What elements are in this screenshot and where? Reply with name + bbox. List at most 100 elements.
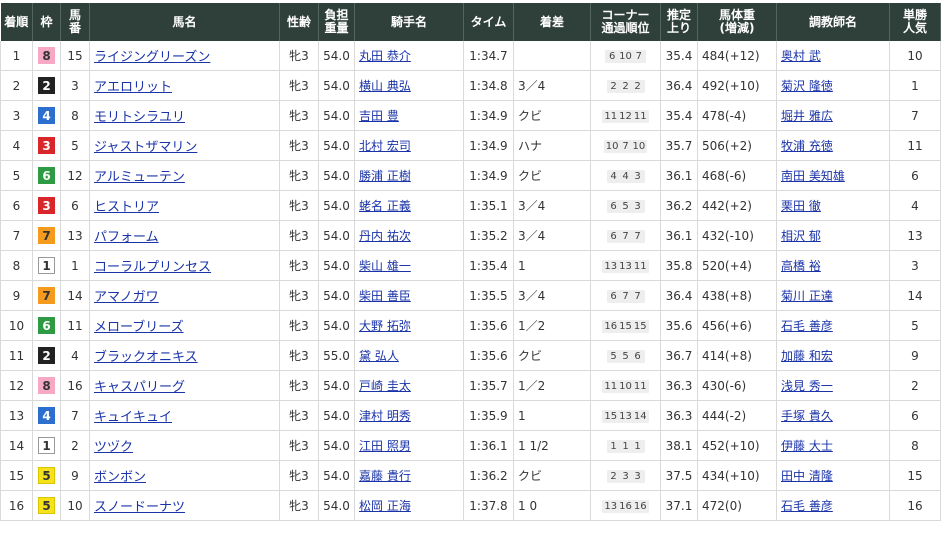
umaban-value: 2	[71, 438, 79, 453]
horse-name-link[interactable]: スノードーナツ	[94, 500, 185, 515]
jockey-link[interactable]: 嘉藤 貴行	[359, 469, 411, 483]
corner-2: 7	[622, 291, 629, 302]
body-weight-value: 434	[702, 468, 725, 483]
jockey-cell: 戸崎 圭太	[354, 370, 464, 401]
jockey-link[interactable]: 津村 明秀	[359, 409, 411, 423]
margin-value: クビ	[518, 109, 543, 123]
rank-cell: 13	[0, 400, 33, 431]
jockey-link[interactable]: 大野 拓弥	[359, 319, 411, 333]
popularity-cell: 9	[889, 340, 941, 371]
trainer-link[interactable]: 栗田 徹	[781, 199, 821, 213]
horse-cell: ツヅク	[89, 430, 280, 461]
sexage-cell: 牝3	[279, 250, 319, 281]
trainer-link[interactable]: 奥村 武	[781, 49, 821, 63]
horse-name-link[interactable]: アルミューテン	[94, 170, 185, 185]
header-body-weight: 馬体重 (増減)	[697, 3, 777, 41]
time-cell: 1:34.9	[463, 100, 514, 131]
popularity-cell: 7	[889, 100, 941, 131]
horse-name-link[interactable]: コーラルプリンセス	[94, 260, 211, 275]
trainer-link[interactable]: 堀井 雅広	[781, 109, 833, 123]
jockey-link[interactable]: 戸崎 圭太	[359, 379, 411, 393]
body-weight-diff: (-4)	[724, 108, 747, 123]
sexage-value: 牝3	[289, 499, 309, 513]
body-weight-value: 432	[702, 228, 725, 243]
waku-cell: 1	[32, 430, 61, 461]
trainer-link[interactable]: 伊藤 大士	[781, 439, 833, 453]
jockey-link[interactable]: 江田 照男	[359, 439, 411, 453]
trainer-link[interactable]: 牧浦 充徳	[781, 139, 833, 153]
popularity-value: 11	[907, 138, 923, 153]
horse-name-link[interactable]: キュイキュイ	[94, 410, 172, 425]
trainer-link[interactable]: 南田 美知雄	[781, 169, 845, 183]
jockey-link[interactable]: 丸田 恭介	[359, 49, 411, 63]
waku-badge: 8	[38, 377, 55, 394]
body-weight-cell: 506(+2)	[697, 130, 777, 161]
popularity-value: 2	[911, 378, 919, 393]
corner-1: 5	[610, 351, 617, 362]
body-weight-value: 430	[702, 378, 725, 393]
corner-3: 3	[634, 471, 641, 482]
rank-cell: 16	[0, 490, 33, 521]
horse-name-link[interactable]: ジャストザマリン	[94, 140, 197, 155]
trainer-cell: 手塚 貴久	[776, 400, 890, 431]
corner-cell: 653	[590, 190, 661, 221]
corner-1: 10	[605, 141, 619, 152]
trainer-link[interactable]: 菊川 正達	[781, 289, 833, 303]
horse-name-link[interactable]: ツヅク	[94, 440, 133, 455]
horse-name-link[interactable]: アエロリット	[94, 80, 172, 95]
trainer-link[interactable]: 相沢 郁	[781, 229, 821, 243]
time-value: 1:36.1	[469, 438, 508, 453]
corner-1: 15	[604, 411, 618, 422]
weight-value: 54.0	[323, 408, 350, 423]
horse-name-link[interactable]: メローブリーズ	[94, 320, 184, 335]
corner-cell: 222	[590, 70, 661, 101]
weight-value: 54.0	[323, 108, 350, 123]
body-weight-diff: (+10)	[724, 438, 760, 453]
jockey-link[interactable]: 勝浦 正樹	[359, 169, 411, 183]
popularity-cell: 1	[889, 70, 941, 101]
horse-name-link[interactable]: キャスパリーグ	[94, 380, 185, 395]
header-horse: 馬名	[89, 3, 280, 41]
jockey-link[interactable]: 柴山 雄一	[359, 259, 411, 273]
rank-cell: 5	[0, 160, 33, 191]
jockey-cell: 江田 照男	[354, 430, 464, 461]
trainer-link[interactable]: 石毛 善彦	[781, 499, 833, 513]
sexage-value: 牝3	[289, 79, 309, 93]
jockey-link[interactable]: 丹内 祐次	[359, 229, 411, 243]
jockey-link[interactable]: 横山 典弘	[359, 79, 411, 93]
jockey-link[interactable]: 北村 宏司	[359, 139, 411, 153]
sexage-value: 牝3	[289, 289, 309, 303]
trainer-link[interactable]: 浅見 秀一	[781, 379, 833, 393]
trainer-link[interactable]: 加藤 和宏	[781, 349, 833, 363]
waku-cell: 7	[32, 280, 61, 311]
trainer-link[interactable]: 石毛 善彦	[781, 319, 833, 333]
jockey-link[interactable]: 松岡 正海	[359, 499, 411, 513]
jockey-link[interactable]: 吉田 豊	[359, 109, 399, 123]
sexage-value: 牝3	[289, 319, 309, 333]
jockey-link[interactable]: 黛 弘人	[359, 349, 399, 363]
trainer-link[interactable]: 菊沢 隆徳	[781, 79, 833, 93]
corner-positions: 233	[606, 470, 645, 483]
trainer-link[interactable]: 高橋 裕	[781, 259, 821, 273]
horse-name-link[interactable]: モリトシラユリ	[94, 110, 185, 125]
corner-cell: 15 13 14	[590, 400, 661, 431]
corner-positions: 11 10 11	[602, 380, 649, 393]
trainer-link[interactable]: 手塚 貴久	[781, 409, 833, 423]
weight-value: 55.0	[323, 348, 350, 363]
corner-2: 13	[619, 411, 632, 422]
horse-name-link[interactable]: ライジングリーズン	[94, 50, 210, 65]
jockey-link[interactable]: 蛯名 正義	[359, 199, 411, 213]
trainer-link[interactable]: 田中 清隆	[781, 469, 833, 483]
popularity-value: 8	[911, 438, 919, 453]
horse-name-link[interactable]: ボンボン	[94, 470, 146, 485]
horse-name-link[interactable]: パフォーム	[94, 230, 159, 245]
margin-cell: 3／4	[513, 70, 591, 101]
popularity-value: 13	[907, 228, 923, 243]
margin-value: 1／2	[518, 319, 546, 333]
horse-name-link[interactable]: ヒストリア	[94, 200, 159, 215]
horse-name-link[interactable]: ブラックオニキス	[94, 350, 198, 365]
jockey-link[interactable]: 柴田 善臣	[359, 289, 411, 303]
corner-2: 10	[619, 51, 632, 62]
horse-name-link[interactable]: アマノガワ	[94, 290, 159, 305]
body-weight-value: 456	[702, 318, 725, 333]
